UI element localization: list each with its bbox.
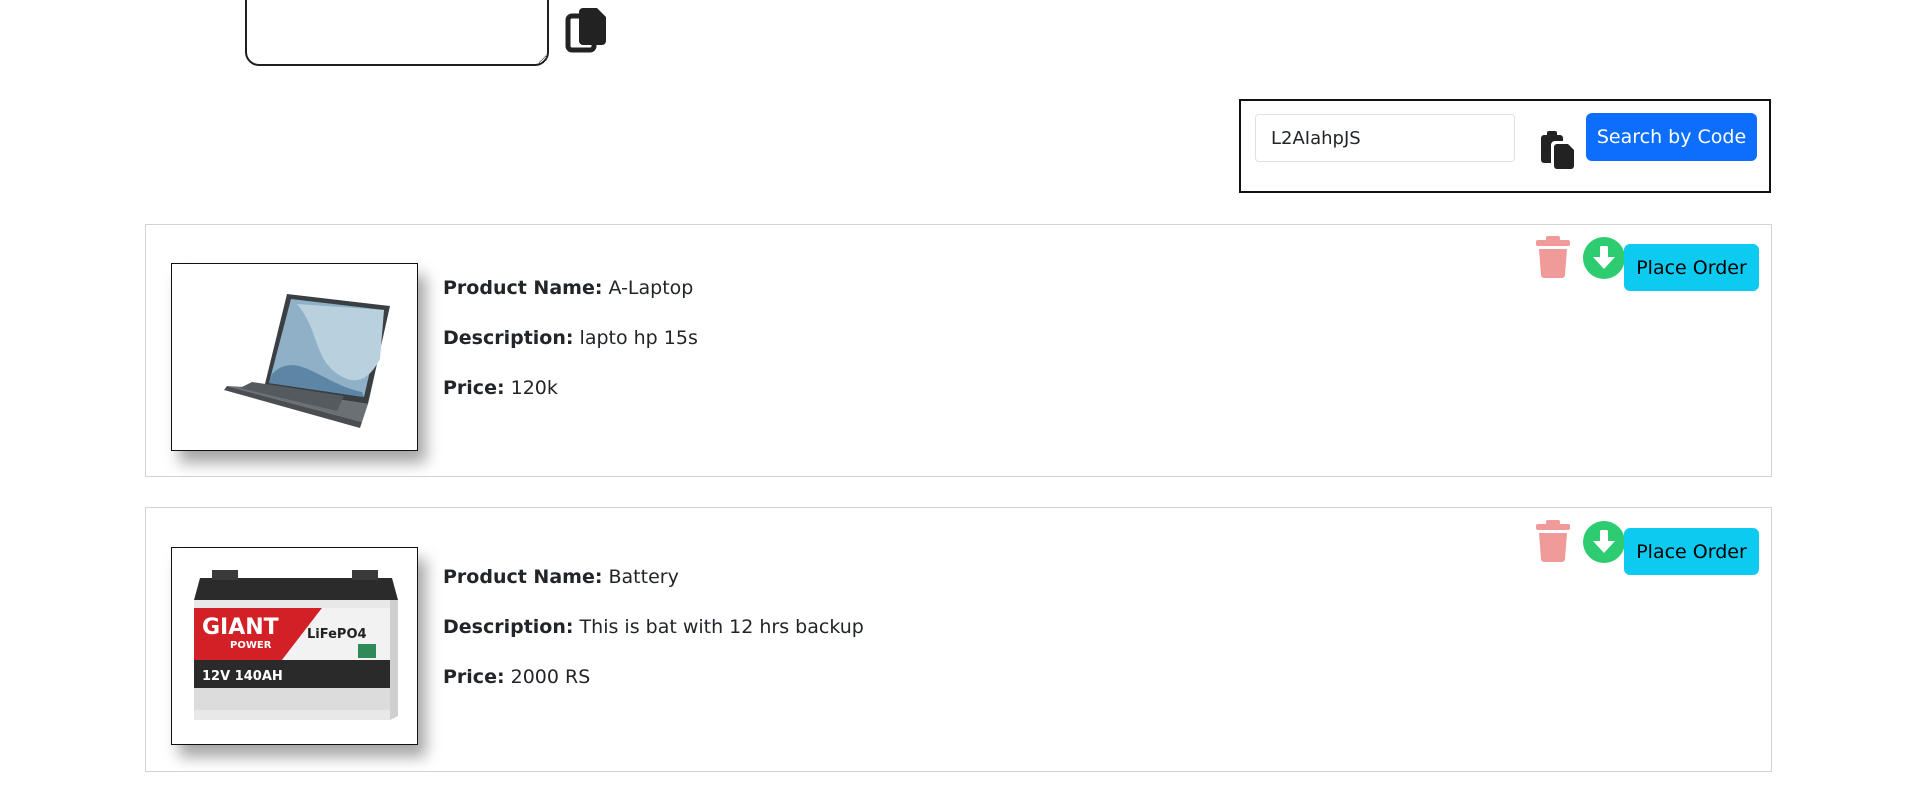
product-card: GIANT POWER LiFePO4 12V 140AH Product Na…	[145, 507, 1772, 772]
search-panel: Search by Code	[1239, 99, 1771, 193]
product-description-label: Description:	[443, 327, 574, 349]
download-icon[interactable]	[1583, 237, 1625, 279]
product-info: Product Name: A-Laptop Description: lapt…	[443, 277, 698, 427]
product-description-value: lapto hp 15s	[579, 327, 698, 349]
product-price-value: 120k	[510, 377, 558, 399]
product-name-value: Battery	[608, 566, 679, 588]
product-description-label: Description:	[443, 616, 574, 638]
code-textarea[interactable]	[245, 0, 549, 66]
place-order-button[interactable]: Place Order	[1624, 244, 1759, 291]
battery-brand-sub-text: POWER	[230, 640, 272, 651]
product-image	[171, 263, 418, 451]
product-price-label: Price:	[443, 377, 505, 399]
product-description-line: Description: This is bat with 12 hrs bac…	[443, 616, 864, 666]
copy-icon[interactable]	[565, 4, 609, 54]
product-name-label: Product Name:	[443, 566, 603, 588]
product-image: GIANT POWER LiFePO4 12V 140AH	[171, 547, 418, 745]
download-icon[interactable]	[1583, 521, 1625, 563]
place-order-button[interactable]: Place Order	[1624, 528, 1759, 575]
product-price-line: Price: 120k	[443, 377, 698, 427]
product-price-label: Price:	[443, 666, 505, 688]
paste-icon[interactable]	[1539, 131, 1575, 169]
battery-chem-text: LiFePO4	[307, 627, 367, 642]
product-description-value: This is bat with 12 hrs backup	[579, 616, 864, 638]
page: Search by Code Product Name: A-Laptop	[0, 0, 1920, 787]
product-name-value: A-Laptop	[608, 277, 694, 299]
trash-icon[interactable]	[1536, 520, 1570, 562]
battery-brand-text: GIANT	[202, 615, 279, 640]
battery-image: GIANT POWER LiFePO4 12V 140AH	[172, 548, 417, 744]
product-price-value: 2000 RS	[510, 666, 591, 688]
product-name-label: Product Name:	[443, 277, 603, 299]
product-name-line: Product Name: A-Laptop	[443, 277, 698, 327]
trash-icon[interactable]	[1536, 236, 1570, 278]
battery-spec-text: 12V 140AH	[202, 669, 283, 684]
search-by-code-button[interactable]: Search by Code	[1586, 113, 1757, 161]
search-code-input[interactable]	[1255, 114, 1515, 162]
laptop-image	[172, 264, 417, 450]
product-price-line: Price: 2000 RS	[443, 666, 864, 716]
product-info: Product Name: Battery Description: This …	[443, 566, 864, 716]
product-card: Product Name: A-Laptop Description: lapt…	[145, 224, 1772, 477]
product-name-line: Product Name: Battery	[443, 566, 864, 616]
product-description-line: Description: lapto hp 15s	[443, 327, 698, 377]
